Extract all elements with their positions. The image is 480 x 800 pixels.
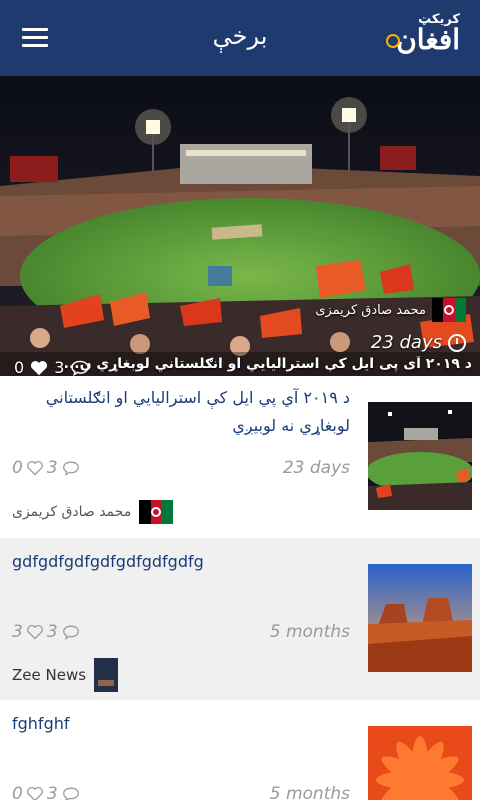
comment-icon[interactable] — [61, 786, 81, 800]
article-time: 23 days — [282, 458, 350, 478]
article-stats: 3 3 — [12, 622, 81, 642]
featured-comments-count: 0 — [14, 358, 25, 376]
article-thumbnail — [368, 564, 472, 672]
article-comments-count: 3 — [46, 622, 58, 642]
logo-main-text: افغان — [396, 23, 460, 56]
article-thumbnail — [368, 402, 472, 510]
clock-icon — [448, 333, 466, 352]
article-comments-count: 3 — [46, 458, 58, 478]
comment-icon[interactable] — [70, 360, 90, 376]
article-comments-count: 3 — [46, 784, 58, 800]
afghan-flag-icon — [432, 298, 466, 322]
article-stats: 0 3 — [12, 458, 81, 478]
article-title: د ۲۰۱۹ آي پي ایل کې استرالیایي او انګلست… — [45, 388, 350, 435]
article-card[interactable]: gdfgdfgdfgdfgdfgdfgdfg 3 3 5 months Zee … — [0, 538, 480, 700]
heart-icon[interactable] — [26, 460, 44, 476]
heart-icon[interactable] — [26, 624, 44, 640]
article-title: gdfgdfgdfgdfgdfgdfgdfg — [12, 552, 204, 571]
author-avatar — [94, 658, 119, 692]
article-time: 5 months — [269, 784, 350, 800]
article-author-name: محمد صادق کریمزی — [12, 504, 132, 520]
cricket-ball-icon — [386, 34, 400, 48]
article-likes-count: 0 — [12, 458, 23, 478]
heart-icon[interactable] — [26, 786, 44, 800]
featured-article[interactable]: محمد صادق کریمزی 23 days د ۲۰۱۹ آی پی ای… — [0, 76, 480, 376]
article-author-name: Zee News — [12, 666, 87, 684]
app-header: برخې کریکټ افغان — [0, 0, 480, 76]
stadium-image — [0, 76, 480, 376]
featured-author-name: محمد صادق کریمزی — [315, 302, 426, 318]
article-card[interactable]: fghfghf 0 3 5 months — [0, 700, 480, 800]
featured-stats: 0 3 — [14, 358, 90, 376]
article-time: 5 months — [269, 622, 350, 642]
article-thumbnail — [368, 726, 472, 800]
featured-author: محمد صادق کریمزی — [315, 297, 466, 323]
comment-icon[interactable] — [61, 624, 81, 640]
article-title: fghfghf — [12, 714, 70, 733]
article-card[interactable]: د ۲۰۱۹ آي پي ایل کې استرالیایي او انګلست… — [0, 376, 480, 538]
article-stats: 0 3 — [12, 784, 81, 800]
featured-time-text: 23 days — [370, 332, 442, 353]
article-likes-count: 0 — [12, 784, 23, 800]
comment-icon[interactable] — [61, 460, 81, 476]
article-likes-count: 3 — [12, 622, 23, 642]
article-author: محمد صادق کریمزی — [12, 500, 174, 524]
afghan-flag-icon — [139, 500, 174, 524]
featured-likes-count: 3 — [54, 358, 65, 376]
featured-time: 23 days — [371, 332, 466, 353]
app-logo: کریکټ افغان — [384, 12, 460, 66]
article-author: Zee News — [12, 658, 119, 692]
app: برخې کریکټ افغان محمد صادق کریمزی 23 day… — [0, 0, 480, 800]
heart-icon[interactable] — [30, 360, 48, 376]
